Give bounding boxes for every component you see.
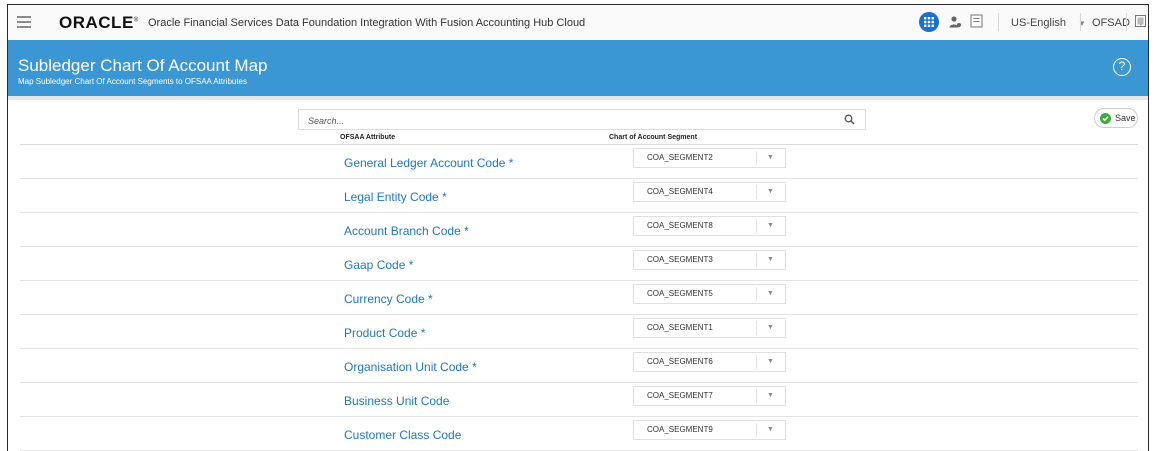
- attribute-label: Organisation Unit Code *: [344, 360, 477, 374]
- attribute-label: Account Branch Code *: [344, 224, 469, 238]
- table-row: Product Code * COA_SEGMENT1 ▼: [20, 315, 1138, 349]
- segment-value: COA_SEGMENT7: [647, 391, 713, 400]
- attribute-label: Legal Entity Code *: [344, 190, 447, 204]
- chevron-down-icon: ▼: [767, 188, 774, 195]
- chevron-down-icon: ▼: [767, 290, 774, 297]
- page-title: Subledger Chart Of Account Map: [18, 56, 268, 75]
- language-selector[interactable]: US-English ▼: [1011, 17, 1086, 29]
- table-row: Legal Entity Code * COA_SEGMENT4 ▼: [20, 179, 1138, 213]
- table-row: General Ledger Account Code * COA_SEGMEN…: [20, 145, 1138, 179]
- segment-value: COA_SEGMENT4: [647, 187, 713, 196]
- table-row: Business Unit Code COA_SEGMENT7 ▼: [20, 383, 1138, 417]
- attribute-label: Business Unit Code: [344, 394, 450, 408]
- segment-value: COA_SEGMENT6: [647, 357, 713, 366]
- chevron-down-icon: ▼: [767, 154, 774, 161]
- table-row: Gaap Code * COA_SEGMENT3 ▼: [20, 247, 1138, 281]
- segment-select[interactable]: COA_SEGMENT8 ▼: [633, 216, 786, 236]
- save-label: Save: [1115, 113, 1136, 123]
- header-divider: [8, 96, 1148, 100]
- page-subtitle: Map Subledger Chart Of Account Segments …: [18, 77, 248, 86]
- attribute-label: Currency Code *: [344, 292, 433, 306]
- chevron-down-icon: ▼: [767, 426, 774, 433]
- table-row: Currency Code * COA_SEGMENT5 ▼: [20, 281, 1138, 315]
- app-window: ORACLE® Oracle Financial Services Data F…: [7, 4, 1149, 451]
- save-button[interactable]: Save: [1094, 108, 1138, 128]
- chevron-down-icon: ▼: [767, 256, 774, 263]
- segment-value: COA_SEGMENT2: [647, 153, 713, 162]
- segment-value: COA_SEGMENT5: [647, 289, 713, 298]
- search-box: [298, 109, 866, 131]
- column-header-attribute: OFSAA Attribute: [340, 134, 396, 141]
- search-icon[interactable]: [844, 114, 855, 125]
- segment-value: COA_SEGMENT9: [647, 425, 713, 434]
- segment-value: COA_SEGMENT8: [647, 221, 713, 230]
- menu-icon[interactable]: [17, 16, 31, 28]
- page-header: Subledger Chart Of Account Map: [8, 40, 1148, 96]
- select-divider: [756, 185, 757, 199]
- select-divider: [756, 151, 757, 165]
- attribute-label: Product Code *: [344, 326, 426, 340]
- search-input[interactable]: [299, 110, 830, 131]
- column-header-segment: Chart of Account Segment: [609, 134, 698, 141]
- user-icon[interactable]: [948, 15, 962, 29]
- document-icon[interactable]: [970, 14, 983, 28]
- user-label: OFSAD: [1092, 17, 1130, 29]
- segment-select[interactable]: COA_SEGMENT9 ▼: [633, 420, 786, 440]
- attribute-label: General Ledger Account Code *: [344, 156, 514, 170]
- segment-select[interactable]: COA_SEGMENT5 ▼: [633, 284, 786, 304]
- chevron-down-icon: ▼: [767, 358, 774, 365]
- segment-value: COA_SEGMENT3: [647, 255, 713, 264]
- chevron-down-icon: ▼: [767, 222, 774, 229]
- select-divider: [756, 389, 757, 403]
- select-divider: [756, 219, 757, 233]
- select-divider: [756, 253, 757, 267]
- oracle-logo: ORACLE®: [59, 13, 139, 32]
- window-icon[interactable]: [1135, 15, 1146, 27]
- attribute-label: Customer Class Code: [344, 428, 462, 442]
- check-icon: [1100, 113, 1111, 124]
- segment-value: COA_SEGMENT1: [647, 323, 713, 332]
- top-bar: ORACLE® Oracle Financial Services Data F…: [8, 5, 1148, 41]
- help-icon[interactable]: ?: [1113, 58, 1131, 76]
- segment-select[interactable]: COA_SEGMENT3 ▼: [633, 250, 786, 270]
- separator: [1080, 13, 1081, 31]
- table-row: Organisation Unit Code * COA_SEGMENT6 ▼: [20, 349, 1138, 383]
- select-divider: [756, 355, 757, 369]
- language-label: US-English: [1011, 17, 1067, 29]
- table-row: Customer Class Code COA_SEGMENT9 ▼: [20, 417, 1138, 451]
- separator: [1126, 13, 1127, 31]
- segment-select[interactable]: COA_SEGMENT2 ▼: [633, 148, 786, 168]
- attribute-label: Gaap Code *: [344, 258, 414, 272]
- chevron-down-icon: ▼: [767, 324, 774, 331]
- table-row: Account Branch Code * COA_SEGMENT8 ▼: [20, 213, 1138, 247]
- apps-grid-icon[interactable]: [919, 12, 939, 32]
- separator: [998, 13, 999, 31]
- segment-select[interactable]: COA_SEGMENT6 ▼: [633, 352, 786, 372]
- segment-select[interactable]: COA_SEGMENT4 ▼: [633, 182, 786, 202]
- segment-select[interactable]: COA_SEGMENT1 ▼: [633, 318, 786, 338]
- select-divider: [756, 321, 757, 335]
- app-title: Oracle Financial Services Data Foundatio…: [148, 17, 586, 29]
- select-divider: [756, 423, 757, 437]
- segment-select[interactable]: COA_SEGMENT7 ▼: [633, 386, 786, 406]
- chevron-down-icon: ▼: [767, 392, 774, 399]
- select-divider: [756, 287, 757, 301]
